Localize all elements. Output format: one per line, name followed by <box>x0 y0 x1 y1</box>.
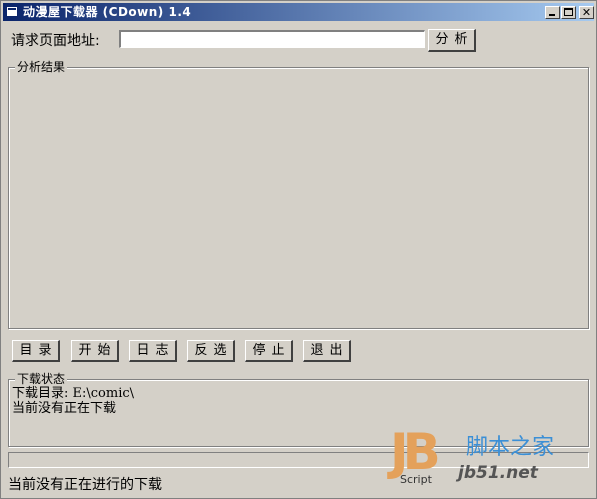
window-title: 动漫屋下载器 (CDown) 1.4 <box>23 5 192 19</box>
maximize-button[interactable] <box>561 6 576 19</box>
download-directory-text: 下载目录: E:\comic\ <box>12 386 135 401</box>
result-group: 分析结果 <box>8 60 589 329</box>
download-status-title: 下载状态 <box>15 372 68 386</box>
status-bar-text: 当前没有正在进行的下载 <box>8 477 162 493</box>
maximize-icon <box>564 8 573 16</box>
close-icon: ✕ <box>581 6 592 19</box>
directory-button[interactable]: 目录 <box>12 340 60 362</box>
close-button[interactable]: ✕ <box>579 6 594 19</box>
url-input[interactable] <box>119 30 425 48</box>
app-icon <box>6 6 18 17</box>
result-group-title: 分析结果 <box>15 60 68 74</box>
log-button[interactable]: 日志 <box>129 340 177 362</box>
analyze-button[interactable]: 分析 <box>428 29 476 52</box>
watermark-url: jb51.net <box>458 463 538 483</box>
current-download-text: 当前没有正在下载 <box>12 401 117 416</box>
title-bar[interactable]: 动漫屋下载器 (CDown) 1.4 ✕ <box>3 3 594 21</box>
watermark-site-name: 脚本之家 <box>466 435 555 460</box>
watermark-logo: JB <box>390 423 441 481</box>
url-label: 请求页面地址: <box>11 33 100 49</box>
invert-selection-button[interactable]: 反选 <box>187 340 235 362</box>
exit-button[interactable]: 退出 <box>303 340 351 362</box>
minimize-icon <box>549 14 555 16</box>
watermark-script-text: Script <box>400 473 432 486</box>
minimize-button[interactable] <box>545 6 560 19</box>
watermark: JB Script 脚本之家 jb51.net <box>384 425 594 495</box>
main-window: 动漫屋下载器 (CDown) 1.4 ✕ 请求页面地址: 分析 分析结果 目录 … <box>0 0 597 499</box>
start-button[interactable]: 开始 <box>71 340 119 362</box>
stop-button[interactable]: 停止 <box>245 340 293 362</box>
